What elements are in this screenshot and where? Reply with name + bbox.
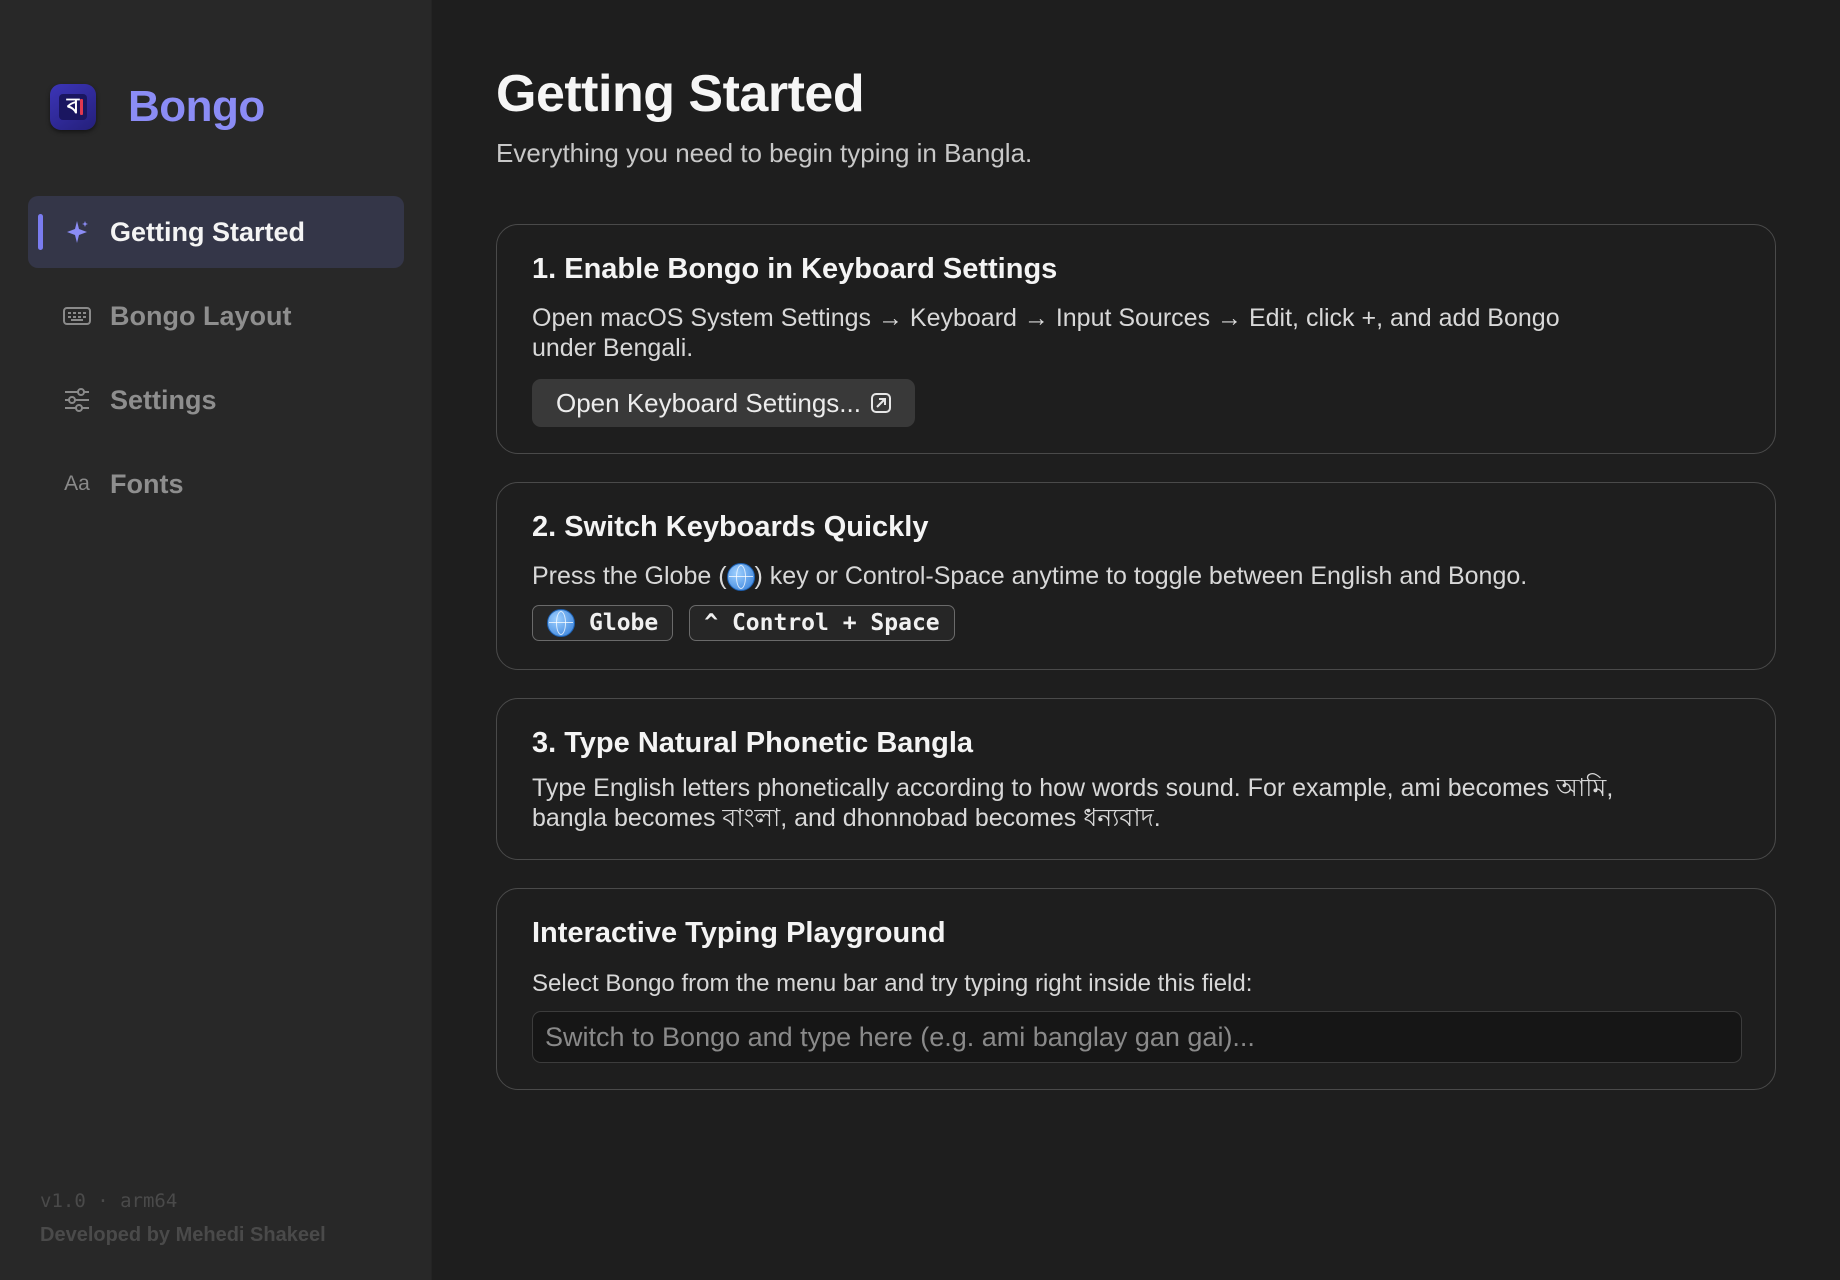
- control-space-key-badge: ^ Control + Space: [689, 605, 955, 641]
- step-phonetic-card: 3. Type Natural Phonetic Bangla Type Eng…: [496, 698, 1776, 860]
- card-title: 2. Switch Keyboards Quickly: [532, 511, 929, 543]
- key-label: Globe: [589, 610, 659, 636]
- sparkle-icon: [62, 217, 92, 247]
- card-description: Press the Globe ( ) key or Control-Space …: [532, 561, 1732, 592]
- globe-icon: [547, 609, 575, 637]
- sidebar-footer: v1.0 · arm64 Developed by Mehedi Shakeel: [40, 1184, 326, 1252]
- globe-key-badge: Globe: [532, 605, 674, 641]
- globe-icon: [726, 563, 755, 592]
- sidebar-item-bongo-layout[interactable]: Bongo Layout: [28, 280, 404, 352]
- description-text-before: Press the Globe (: [532, 562, 727, 590]
- description-text-after: ) key or Control-Space anytime to toggle…: [754, 562, 1528, 590]
- card-title: 1. Enable Bongo in Keyboard Settings: [532, 253, 1058, 285]
- app-logo-icon: ব: [50, 84, 96, 130]
- sidebar-item-settings[interactable]: Settings: [28, 364, 404, 436]
- step-switch-card: 2. Switch Keyboards Quickly Press the Gl…: [496, 482, 1776, 670]
- open-keyboard-settings-button[interactable]: Open Keyboard Settings...: [532, 379, 915, 427]
- sidebar: ব Bongo Getting Started Bongo Layout Set…: [0, 0, 432, 1280]
- page-title: Getting Started: [496, 65, 865, 123]
- app-window: ব Bongo Getting Started Bongo Layout Set…: [0, 0, 1840, 1280]
- step-enable-card: 1. Enable Bongo in Keyboard Settings Ope…: [496, 224, 1776, 454]
- developer-credit: Developed by Mehedi Shakeel: [40, 1224, 326, 1246]
- sidebar-item-label: Fonts: [110, 468, 184, 499]
- card-description: Select Bongo from the menu bar and try t…: [532, 970, 1253, 997]
- font-icon: Aa: [64, 472, 90, 495]
- sliders-icon: [62, 385, 92, 415]
- button-label: Open Keyboard Settings...: [556, 387, 861, 418]
- external-link-icon: [870, 393, 891, 413]
- app-name: Bongo: [128, 82, 265, 131]
- version-label: v1.0 · arm64: [40, 1190, 178, 1212]
- shortcut-keys: Globe ^ Control + Space: [532, 605, 971, 641]
- sidebar-item-label: Settings: [110, 384, 217, 415]
- keyboard-icon: [62, 301, 92, 331]
- page-subtitle: Everything you need to begin typing in B…: [496, 138, 1033, 168]
- card-description: Type English letters phonetically accord…: [532, 774, 1614, 832]
- key-label: ^ Control + Space: [704, 610, 940, 636]
- sidebar-item-label: Bongo Layout: [110, 300, 292, 331]
- card-title: 3. Type Natural Phonetic Bangla: [532, 727, 974, 759]
- typing-playground-card: Interactive Typing Playground Select Bon…: [496, 888, 1776, 1090]
- logo-glyph: ব: [59, 93, 87, 120]
- sidebar-item-getting-started[interactable]: Getting Started: [28, 196, 404, 268]
- main-content: Getting Started Everything you need to b…: [432, 0, 1840, 1280]
- card-title: Interactive Typing Playground: [532, 917, 946, 949]
- typing-playground-input[interactable]: [532, 1011, 1742, 1063]
- brand: ব Bongo: [50, 82, 265, 132]
- sidebar-nav: Getting Started Bongo Layout Settings Aa…: [28, 196, 404, 532]
- card-description: Open macOS System Settings → Keyboard → …: [532, 304, 1560, 362]
- sidebar-item-fonts[interactable]: Aa Fonts: [28, 448, 404, 520]
- sidebar-item-label: Getting Started: [110, 216, 306, 247]
